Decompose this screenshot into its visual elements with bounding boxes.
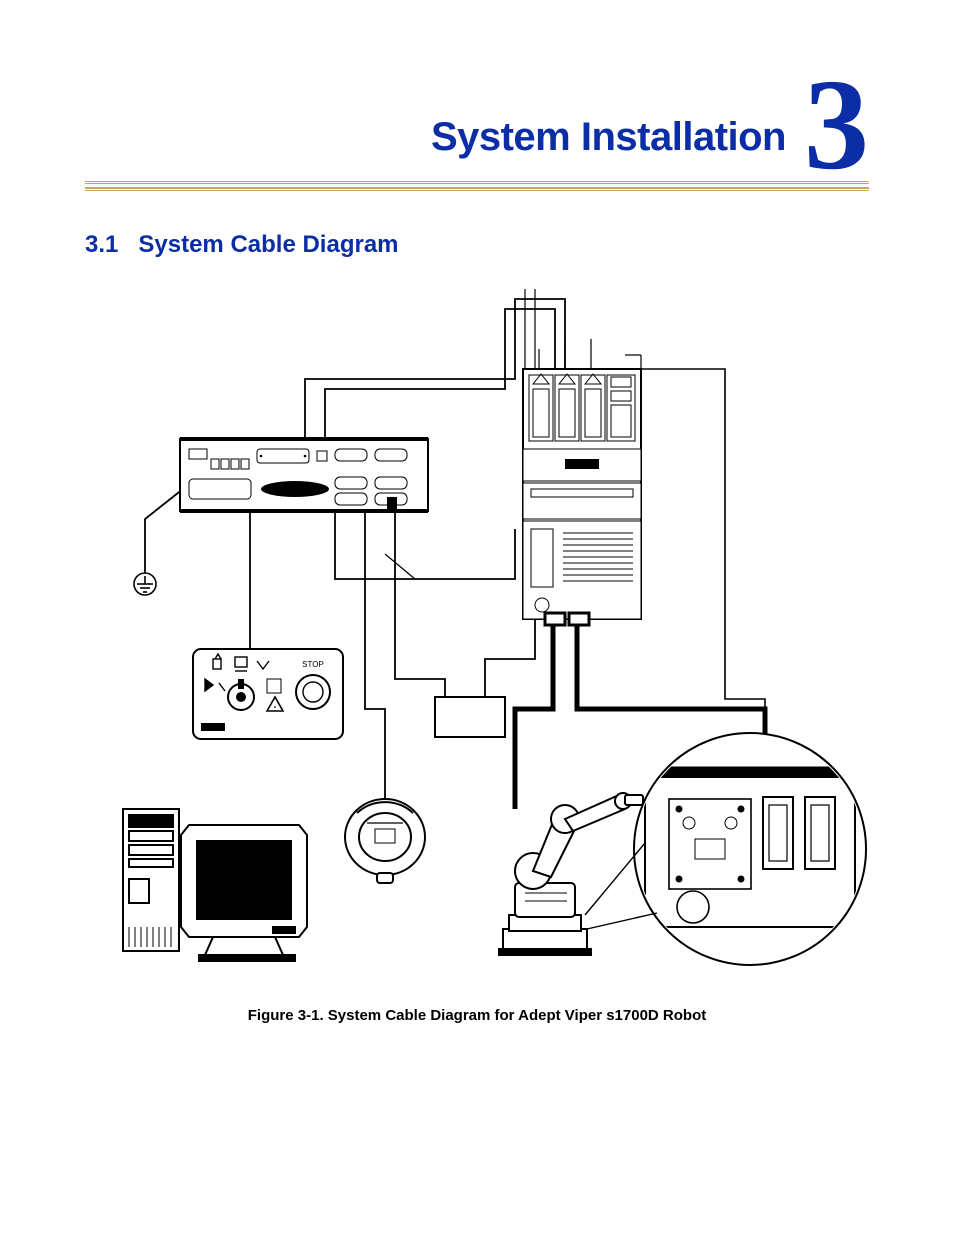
- figure-caption: Figure 3-1. System Cable Diagram for Ade…: [85, 1007, 869, 1024]
- pc-workstation-icon: [123, 809, 307, 961]
- teach-pendant-icon: [345, 799, 425, 883]
- amplifier-rack-icon: [523, 369, 641, 625]
- header-rules: [85, 181, 869, 191]
- cable-diagram: STOP: [85, 279, 869, 989]
- stop-label: STOP: [302, 660, 324, 669]
- section-number: 3.1: [85, 231, 118, 258]
- robot-arm-icon: [499, 793, 643, 955]
- section-title: 3.1 System Cable Diagram: [85, 231, 869, 259]
- section-name: System Cable Diagram: [138, 231, 398, 258]
- chapter-title: System Installation: [431, 117, 786, 175]
- chapter-number: 3: [804, 70, 869, 181]
- controller-back-panel-icon: [180, 437, 428, 513]
- ground-icon: [134, 573, 156, 595]
- junction-box-icon: [435, 697, 505, 737]
- chapter-header: System Installation 3: [85, 70, 869, 175]
- pendant-panel-icon: STOP: [193, 649, 343, 739]
- detail-circle-icon: [585, 733, 866, 965]
